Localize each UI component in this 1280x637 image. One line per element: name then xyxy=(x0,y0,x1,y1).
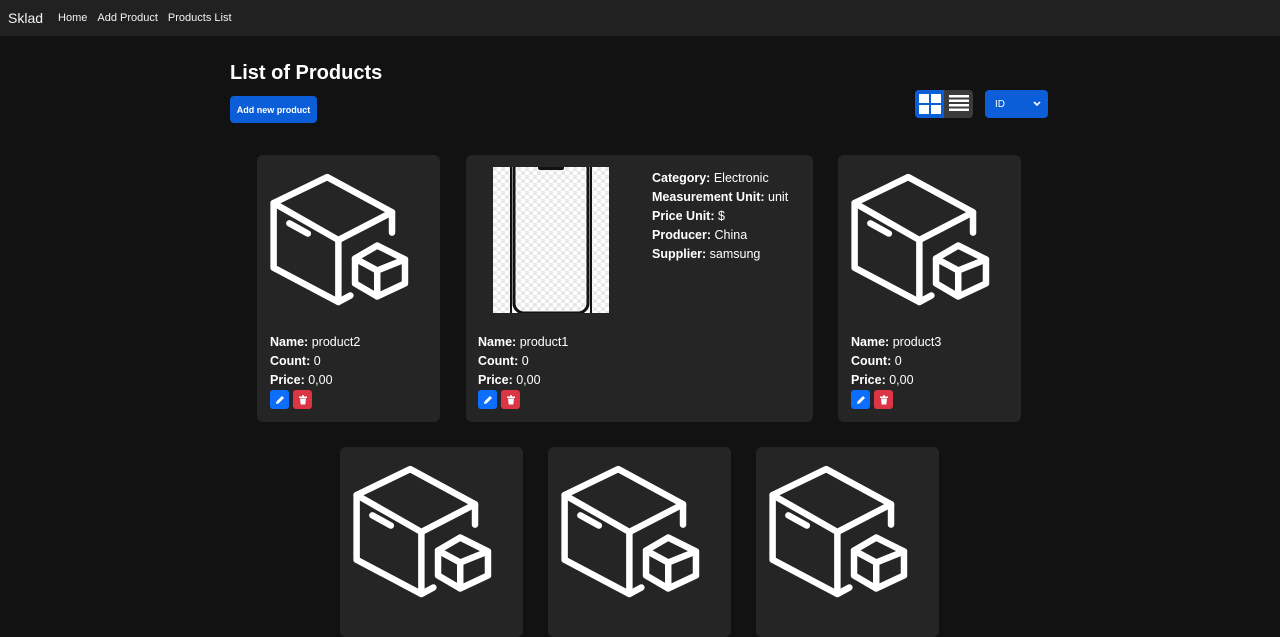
product-card: Name: product3 Count: 0 Price: 0,00 xyxy=(838,155,1021,422)
trash-icon xyxy=(298,394,307,404)
product-card xyxy=(756,447,939,637)
product-card: Category: Electronic Measurement Unit: u… xyxy=(466,155,813,422)
product-count: 0 xyxy=(894,354,902,368)
card-actions xyxy=(270,390,312,409)
box-icon xyxy=(269,167,417,313)
nav-link-add-product[interactable]: Add Product xyxy=(97,12,158,24)
price-label: Price: xyxy=(478,373,513,387)
box-icon xyxy=(352,459,500,605)
price-label: Price: xyxy=(851,373,886,387)
price-unit-label: Price Unit: xyxy=(652,209,715,223)
box-icon xyxy=(560,459,708,605)
pencil-icon xyxy=(483,395,492,404)
box-icon xyxy=(850,167,998,313)
sort-select-value: ID xyxy=(995,98,1005,110)
delete-button[interactable] xyxy=(874,390,893,409)
navbar: Sklad Home Add Product Products List xyxy=(0,0,1280,36)
producer-label: Producer: xyxy=(652,228,712,242)
measurement-unit-label: Measurement Unit: xyxy=(652,190,765,204)
edit-button[interactable] xyxy=(851,390,870,409)
supplier-label: Supplier: xyxy=(652,247,707,261)
product-card xyxy=(548,447,731,637)
grid-view-button[interactable] xyxy=(915,90,944,118)
page-title: List of Products xyxy=(230,62,383,84)
add-new-product-button[interactable]: Add new product xyxy=(230,96,317,123)
box-icon xyxy=(768,459,916,605)
name-label: Name: xyxy=(270,335,309,349)
product-price: 0,00 xyxy=(889,373,914,387)
nav-link-products-list[interactable]: Products List xyxy=(168,12,232,24)
card-actions xyxy=(478,390,520,409)
edit-button[interactable] xyxy=(478,390,497,409)
product-image xyxy=(493,167,609,313)
delete-button[interactable] xyxy=(501,390,520,409)
list-view-button[interactable] xyxy=(944,90,973,118)
count-label: Count: xyxy=(478,354,519,368)
product-info: Name: product3 Count: 0 Price: 0,00 xyxy=(851,333,941,390)
trash-icon xyxy=(506,394,515,404)
count-label: Count: xyxy=(851,354,892,368)
product-measurement-unit: unit xyxy=(768,190,789,204)
product-producer: China xyxy=(714,228,748,242)
brand-logo[interactable]: Sklad xyxy=(8,10,43,26)
category-label: Category: xyxy=(652,171,711,185)
name-label: Name: xyxy=(851,335,890,349)
nav-link-home[interactable]: Home xyxy=(58,12,87,24)
product-card: Name: product2 Count: 0 Price: 0,00 xyxy=(257,155,440,422)
trash-icon xyxy=(879,394,888,404)
view-toggle xyxy=(915,90,973,118)
count-label: Count: xyxy=(270,354,311,368)
name-label: Name: xyxy=(478,335,517,349)
product-name: product1 xyxy=(519,335,569,349)
delete-button[interactable] xyxy=(293,390,312,409)
edit-button[interactable] xyxy=(270,390,289,409)
product-price: 0,00 xyxy=(308,373,333,387)
product-info: Name: product1 Count: 0 Price: 0,00 xyxy=(478,333,568,390)
pencil-icon xyxy=(275,395,284,404)
phone-image xyxy=(493,167,609,313)
chevron-down-icon xyxy=(1033,101,1041,107)
pencil-icon xyxy=(856,395,865,404)
product-name: product3 xyxy=(892,335,942,349)
list-icon xyxy=(948,95,969,111)
product-category: Electronic xyxy=(713,171,769,185)
product-price-unit: $ xyxy=(718,209,725,223)
grid-icon xyxy=(918,94,941,114)
product-count: 0 xyxy=(313,354,321,368)
product-info: Name: product2 Count: 0 Price: 0,00 xyxy=(270,333,360,390)
card-actions xyxy=(851,390,893,409)
product-details: Category: Electronic Measurement Unit: u… xyxy=(652,169,788,264)
product-count: 0 xyxy=(521,354,529,368)
sort-select[interactable]: ID xyxy=(985,90,1048,118)
product-supplier: samsung xyxy=(709,247,761,261)
product-name: product2 xyxy=(311,335,361,349)
price-label: Price: xyxy=(270,373,305,387)
product-price: 0,00 xyxy=(516,373,541,387)
product-card xyxy=(340,447,523,637)
